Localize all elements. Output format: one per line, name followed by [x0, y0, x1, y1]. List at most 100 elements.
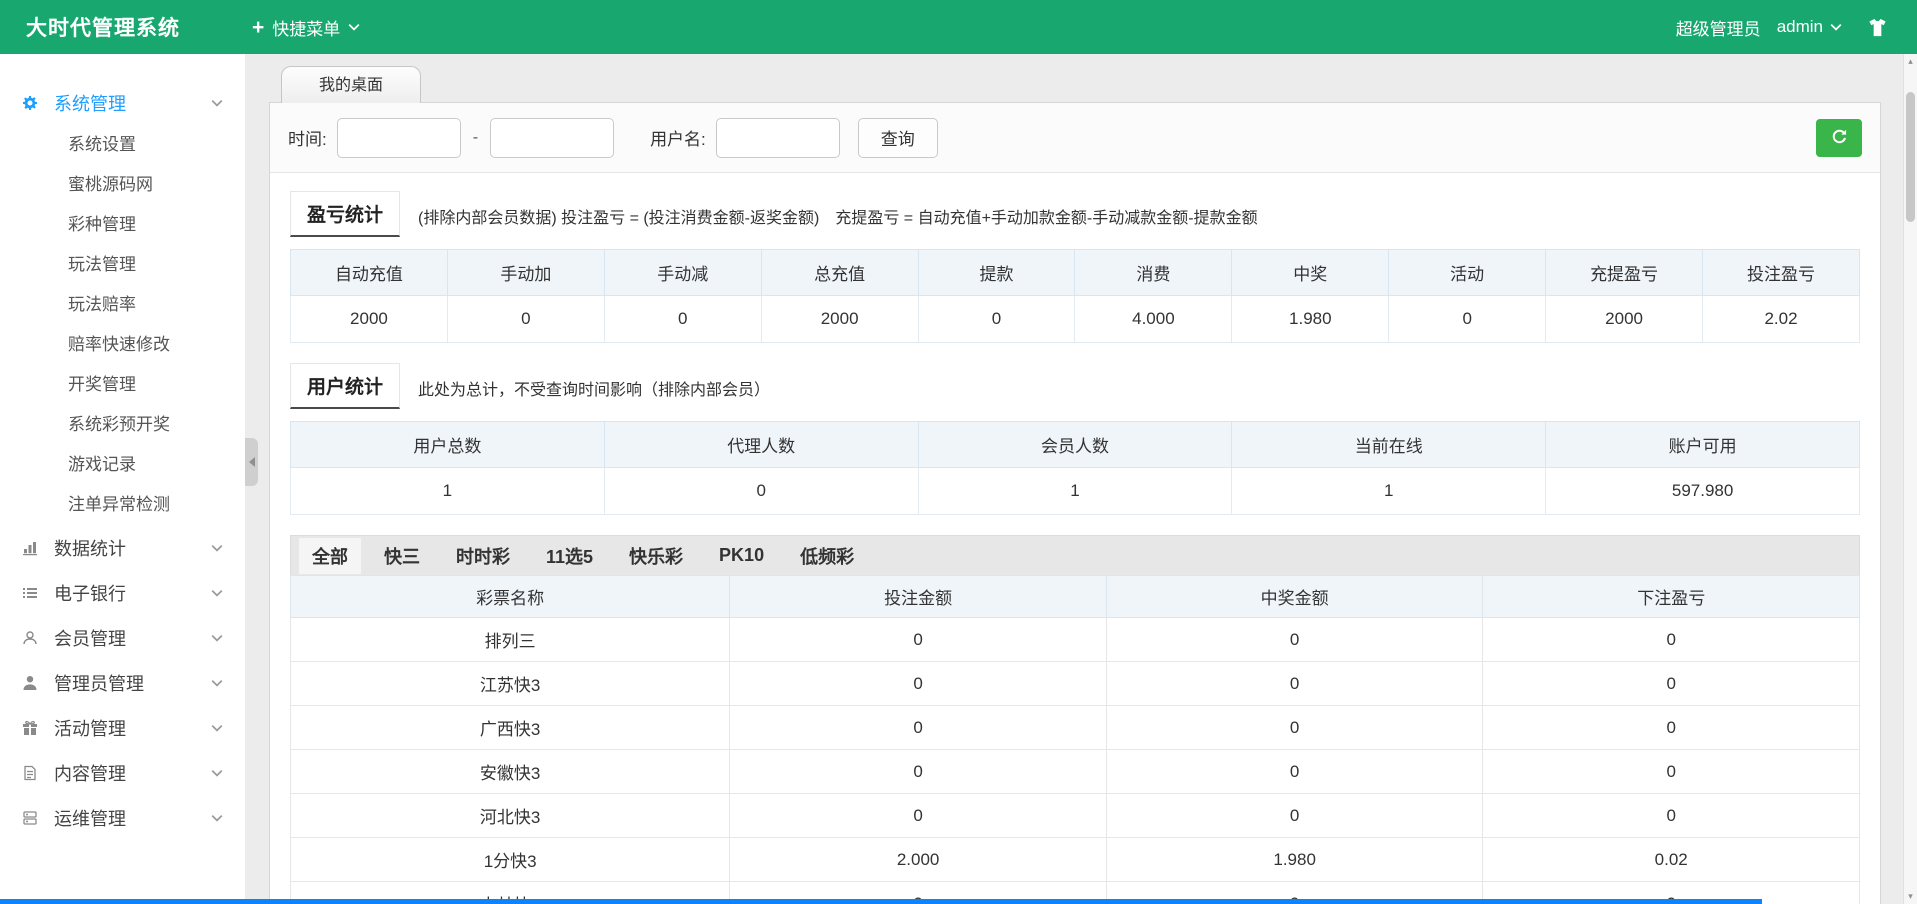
- stat-value: 0: [1389, 296, 1546, 343]
- scroll-up-arrow-icon[interactable]: ▴: [1904, 54, 1917, 69]
- topbar: 大时代管理系统 + 快捷菜单 超级管理员 admin: [0, 0, 1917, 54]
- table-cell: 安徽快3: [291, 750, 730, 794]
- content-icon: [22, 765, 54, 781]
- column-header: 自动充值: [291, 250, 448, 296]
- vertical-scrollbar-thumb[interactable]: [1906, 92, 1915, 222]
- sidebar-collapse-handle[interactable]: [245, 438, 258, 486]
- table-row: 1011597.980: [291, 468, 1860, 515]
- profit-section-header: 盈亏统计 (排除内部会员数据) 投注盈亏 = (投注消费金额-返奖金额) 充提盈…: [290, 191, 1860, 237]
- filter-bar: 时间: - 用户名: 查询: [270, 103, 1880, 173]
- content-card: 时间: - 用户名: 查询 盈亏统计 (排除内部会员数据) 投注盈亏 = (投注…: [269, 102, 1881, 904]
- table-row: 排列三000: [291, 618, 1860, 662]
- sidebar-item-stats[interactable]: 数据统计: [0, 525, 245, 570]
- stat-value: 0: [447, 296, 604, 343]
- refresh-icon: [1831, 128, 1848, 148]
- stat-value: 0: [604, 296, 761, 343]
- chart-icon: [22, 540, 54, 556]
- stat-value: 1.980: [1232, 296, 1389, 343]
- username-input[interactable]: [716, 118, 840, 158]
- stat-value: 0: [604, 468, 918, 515]
- table-header-row: 彩票名称投注金额中奖金额下注盈亏: [291, 576, 1860, 618]
- time-label: 时间:: [288, 125, 327, 150]
- sidebar-subitem[interactable]: 玩法管理: [0, 245, 245, 285]
- lottery-tab-11选5[interactable]: 11选5: [533, 538, 606, 574]
- lottery-tab-低频彩[interactable]: 低频彩: [787, 538, 867, 574]
- chevron-down-icon: [211, 679, 223, 687]
- clothes-icon[interactable]: [1866, 16, 1889, 39]
- main-content: 我的桌面 时间: - 用户名: 查询 盈亏统计 (排除内部会员数据) 投注盈亏 …: [245, 54, 1903, 904]
- column-header: 中奖: [1232, 250, 1389, 296]
- vertical-scrollbar[interactable]: ▴ ▾: [1903, 54, 1917, 904]
- table-cell: 河北快3: [291, 794, 730, 838]
- lottery-tab-bar: 全部快三时时彩 11选5 快乐彩 PK10 低频彩: [290, 535, 1860, 575]
- time-start-input[interactable]: [337, 118, 461, 158]
- tab-my-desktop[interactable]: 我的桌面: [281, 66, 421, 103]
- column-header: 账户可用: [1546, 422, 1860, 468]
- chevron-down-icon: [211, 724, 223, 732]
- chevron-down-icon: [211, 99, 223, 107]
- column-header: 当前在线: [1232, 422, 1546, 468]
- chevron-down-icon: [348, 23, 360, 31]
- search-button[interactable]: 查询: [858, 118, 938, 158]
- stat-value: 4.000: [1075, 296, 1232, 343]
- profit-section-note: (排除内部会员数据) 投注盈亏 = (投注消费金额-返奖金额) 充提盈亏 = 自…: [418, 204, 1258, 237]
- table-cell: 江苏快3: [291, 662, 730, 706]
- table-cell: 0: [730, 794, 1107, 838]
- lottery-tab-全部[interactable]: 全部: [299, 538, 361, 574]
- sidebar-subitem[interactable]: 赔率快速修改: [0, 325, 245, 365]
- sidebar-subitem[interactable]: 玩法赔率: [0, 285, 245, 325]
- table-cell: 排列三: [291, 618, 730, 662]
- sidebar-item-bank[interactable]: 电子银行: [0, 570, 245, 615]
- sidebar-item-label: 会员管理: [54, 625, 211, 651]
- time-end-input[interactable]: [490, 118, 614, 158]
- sidebar-subitem[interactable]: 系统设置: [0, 125, 245, 165]
- column-header: 彩票名称: [291, 576, 730, 618]
- sidebar-subitem[interactable]: 开奖管理: [0, 365, 245, 405]
- table-row: 广西快3000: [291, 706, 1860, 750]
- user-stats-table: 用户总数代理人数会员人数当前在线账户可用1011597.980: [290, 421, 1860, 515]
- table-row: 200000200004.0001.980020002.02: [291, 296, 1860, 343]
- sidebar-subitem[interactable]: 系统彩预开奖: [0, 405, 245, 445]
- chevron-down-icon: [211, 544, 223, 552]
- sidebar-subitem[interactable]: 蜜桃源码网: [0, 165, 245, 205]
- role-label: 超级管理员: [1676, 15, 1761, 40]
- chevron-down-icon: [211, 589, 223, 597]
- user-menu[interactable]: admin: [1777, 17, 1842, 37]
- collapse-arrow-icon: [249, 457, 255, 467]
- column-header: 手动减: [604, 250, 761, 296]
- sidebar-item-ops[interactable]: 运维管理: [0, 795, 245, 840]
- column-header: 会员人数: [918, 422, 1232, 468]
- lottery-tab-PK10[interactable]: PK10: [706, 540, 777, 571]
- sidebar-item-label: 运维管理: [54, 805, 211, 831]
- refresh-button[interactable]: [1816, 119, 1862, 157]
- table-cell: 2.000: [730, 838, 1107, 882]
- gear-icon: [22, 95, 54, 111]
- sidebar-item-system[interactable]: 系统管理: [0, 80, 245, 125]
- sidebar-subitem[interactable]: 彩种管理: [0, 205, 245, 245]
- column-header: 用户总数: [291, 422, 605, 468]
- lottery-tab-快乐彩[interactable]: 快乐彩: [616, 538, 696, 574]
- stat-value: 2000: [1546, 296, 1703, 343]
- sidebar-subitem[interactable]: 注单异常检测: [0, 485, 245, 525]
- table-cell: 0: [1106, 662, 1483, 706]
- lottery-tab-时时彩[interactable]: 时时彩: [443, 538, 523, 574]
- user-section-title: 用户统计: [290, 363, 400, 409]
- user-section-header: 用户统计 此处为总计，不受查询时间影响（排除内部会员）: [290, 363, 1860, 409]
- table-cell: 0: [1483, 618, 1860, 662]
- quick-menu-button[interactable]: + 快捷菜单: [252, 15, 360, 40]
- stat-value: 2000: [761, 296, 918, 343]
- table-row: 河北快3000: [291, 794, 1860, 838]
- sidebar-item-admins[interactable]: 管理员管理: [0, 660, 245, 705]
- sidebar-item-activity[interactable]: 活动管理: [0, 705, 245, 750]
- horizontal-scrollbar-thumb[interactable]: [0, 899, 1762, 904]
- sidebar-item-content[interactable]: 内容管理: [0, 750, 245, 795]
- sidebar-subitem[interactable]: 游戏记录: [0, 445, 245, 485]
- sidebar-item-members[interactable]: 会员管理: [0, 615, 245, 660]
- dash-separator: -: [473, 129, 478, 147]
- quick-menu-label: 快捷菜单: [272, 15, 340, 40]
- column-header: 投注金额: [730, 576, 1107, 618]
- column-header: 投注盈亏: [1703, 250, 1860, 296]
- scroll-down-arrow-icon[interactable]: ▾: [1904, 889, 1917, 904]
- lottery-tab-快三[interactable]: 快三: [371, 538, 433, 574]
- tab-strip: 我的桌面: [269, 62, 1881, 102]
